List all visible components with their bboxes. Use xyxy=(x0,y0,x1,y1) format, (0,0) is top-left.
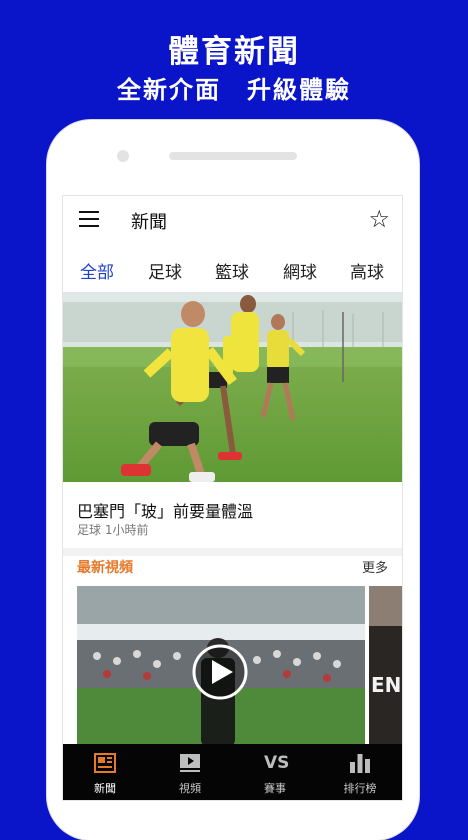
newspaper-icon xyxy=(94,753,116,773)
video-icon xyxy=(180,754,200,772)
nav-videos[interactable]: 視頻 xyxy=(148,744,232,800)
front-camera xyxy=(117,150,129,162)
article-headline[interactable]: 巴塞門「玻」前要量體溫 xyxy=(77,498,253,522)
video-thumbnail-next[interactable]: EN xyxy=(369,586,402,746)
nav-leaderboard-label: 排行榜 xyxy=(343,782,377,795)
category-tabs: 全部 足球 籃球 網球 高球 xyxy=(63,248,402,288)
app-screen: 新聞 ☆ 全部 足球 籃球 網球 高球 巴塞門「玻」前要量體溫 足球 1小時前 … xyxy=(63,196,402,800)
video-side-text: EN xyxy=(371,673,401,697)
page-title: 新聞 xyxy=(131,212,167,233)
article-meta: 足球 1小時前 xyxy=(77,523,149,537)
video-thumbnail-image xyxy=(77,586,365,746)
video-thumbnail-main[interactable] xyxy=(77,586,365,746)
tab-tennis[interactable]: 網球 xyxy=(283,258,317,283)
tab-basketball[interactable]: 籃球 xyxy=(215,258,249,283)
hero-photo xyxy=(63,292,402,482)
tab-all[interactable]: 全部 xyxy=(80,258,114,283)
nav-matches-label: 賽事 xyxy=(264,782,286,795)
nav-news[interactable]: 新聞 xyxy=(63,744,147,800)
menu-icon[interactable] xyxy=(79,211,99,227)
tab-golf[interactable]: 高球 xyxy=(350,258,384,283)
app-bar: 新聞 ☆ xyxy=(63,196,402,244)
latest-videos-title: 最新視頻 xyxy=(77,560,133,576)
promo-subtitle: 全新介面 升級體驗 xyxy=(117,76,351,104)
nav-videos-label: 視頻 xyxy=(179,782,201,795)
nav-matches[interactable]: VS 賽事 xyxy=(233,744,317,800)
leaderboard-icon xyxy=(350,754,370,773)
article-hero-image[interactable] xyxy=(63,292,402,482)
more-videos-link[interactable]: 更多 xyxy=(362,557,388,576)
nav-leaderboard[interactable]: 排行榜 xyxy=(318,744,402,800)
promo-title: 體育新聞 xyxy=(168,34,300,70)
bottom-navigation: 新聞 視頻 VS 賽事 排行榜 xyxy=(63,744,402,800)
section-divider xyxy=(63,548,402,556)
speaker-grille xyxy=(169,152,297,160)
nav-news-label: 新聞 xyxy=(94,782,116,795)
star-outline-icon[interactable]: ☆ xyxy=(368,205,390,233)
vs-icon: VS xyxy=(264,753,290,773)
tab-football[interactable]: 足球 xyxy=(148,258,182,283)
